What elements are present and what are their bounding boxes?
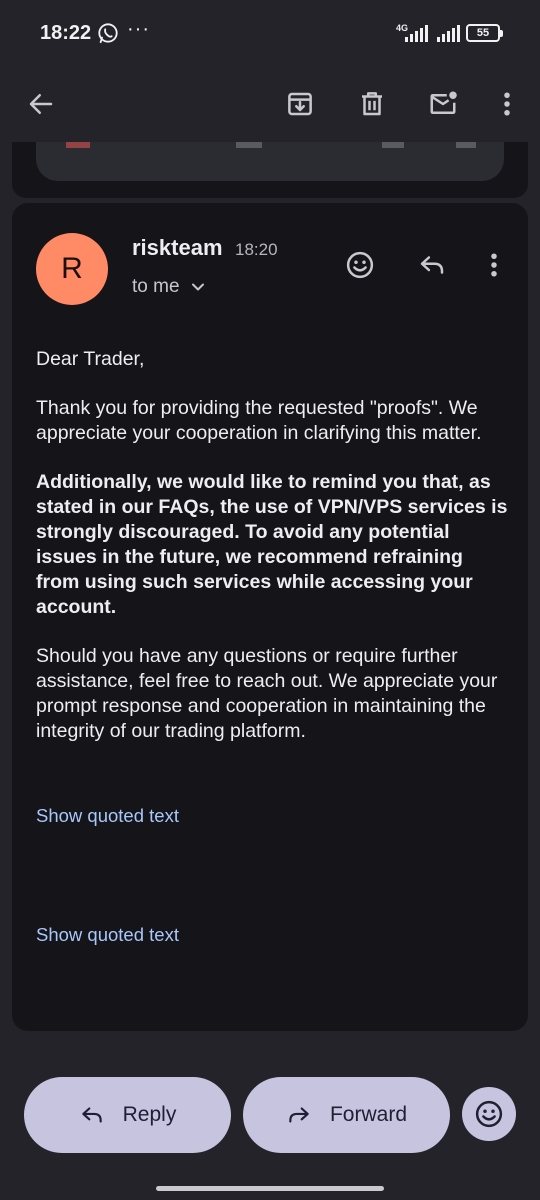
sender-name[interactable]: riskteam xyxy=(132,235,223,261)
emoji-icon xyxy=(475,1100,503,1128)
forward-pill-button[interactable]: Forward xyxy=(243,1077,450,1153)
status-bar: 18:22 ··· 4G 55 xyxy=(0,0,540,66)
forward-icon xyxy=(289,1107,309,1123)
show-quoted-text-link[interactable]: Show quoted text xyxy=(36,805,179,827)
signal-icon xyxy=(437,25,460,42)
chevron-down-icon xyxy=(191,283,204,291)
reply-pill-button[interactable]: Reply xyxy=(24,1077,231,1153)
back-button[interactable] xyxy=(19,82,63,126)
previous-message-icon xyxy=(66,142,90,148)
previous-message-icon xyxy=(236,142,262,148)
reply-label: Reply xyxy=(122,1103,177,1126)
archive-icon xyxy=(288,92,312,116)
message-time: 18:20 xyxy=(235,240,278,259)
recipient-details-toggle[interactable]: to me xyxy=(132,276,206,298)
message-more-button[interactable] xyxy=(472,243,516,287)
avatar-letter: R xyxy=(61,252,83,285)
more-notifications-icon: ··· xyxy=(127,18,150,40)
battery-icon: 55 xyxy=(466,24,503,42)
reply-icon xyxy=(420,256,444,274)
home-indicator[interactable] xyxy=(156,1186,384,1191)
trash-icon xyxy=(362,92,382,116)
arrow-back-icon xyxy=(29,94,53,114)
more-vert-icon xyxy=(504,92,510,116)
reply-button[interactable] xyxy=(410,243,454,287)
avatar[interactable]: R xyxy=(36,233,108,305)
mark-unread-button[interactable] xyxy=(421,82,465,126)
message-card: R riskteam 18:20 to me Dear Trader, Than… xyxy=(12,203,528,1031)
more-options-button[interactable] xyxy=(485,82,529,126)
emoji-icon xyxy=(346,251,374,279)
message-paragraph: Should you have any questions or require… xyxy=(36,645,498,742)
react-emoji-button[interactable] xyxy=(462,1087,516,1141)
message-paragraph-bold: Additionally, we would like to remind yo… xyxy=(36,471,508,618)
forward-label: Forward xyxy=(329,1103,408,1126)
previous-message-icon xyxy=(456,142,476,148)
delete-button[interactable] xyxy=(350,82,394,126)
previous-message-card[interactable] xyxy=(12,142,528,198)
message-greeting: Dear Trader, xyxy=(36,348,145,370)
archive-button[interactable] xyxy=(278,82,322,126)
status-time: 18:22 xyxy=(40,22,92,44)
email-screen: 18:22 ··· 4G 55 R riskteam 18:20 to me D… xyxy=(0,0,540,1200)
add-reaction-button[interactable] xyxy=(338,243,382,287)
previous-message-actions xyxy=(36,142,504,181)
message-body: Dear Trader, Thank you for providing the… xyxy=(36,347,508,768)
more-vert-icon xyxy=(491,253,497,277)
mail-unread-icon xyxy=(430,91,457,114)
recipient-label: to me xyxy=(132,276,180,297)
whatsapp-icon xyxy=(98,23,118,44)
reply-icon xyxy=(81,1107,102,1123)
top-app-bar xyxy=(0,66,540,142)
battery-level: 55 xyxy=(476,27,490,39)
show-quoted-text-link[interactable]: Show quoted text xyxy=(36,924,179,946)
message-paragraph: Thank you for providing the requested "p… xyxy=(36,397,482,444)
signal-icon xyxy=(405,25,428,42)
previous-message-icon xyxy=(382,142,404,148)
